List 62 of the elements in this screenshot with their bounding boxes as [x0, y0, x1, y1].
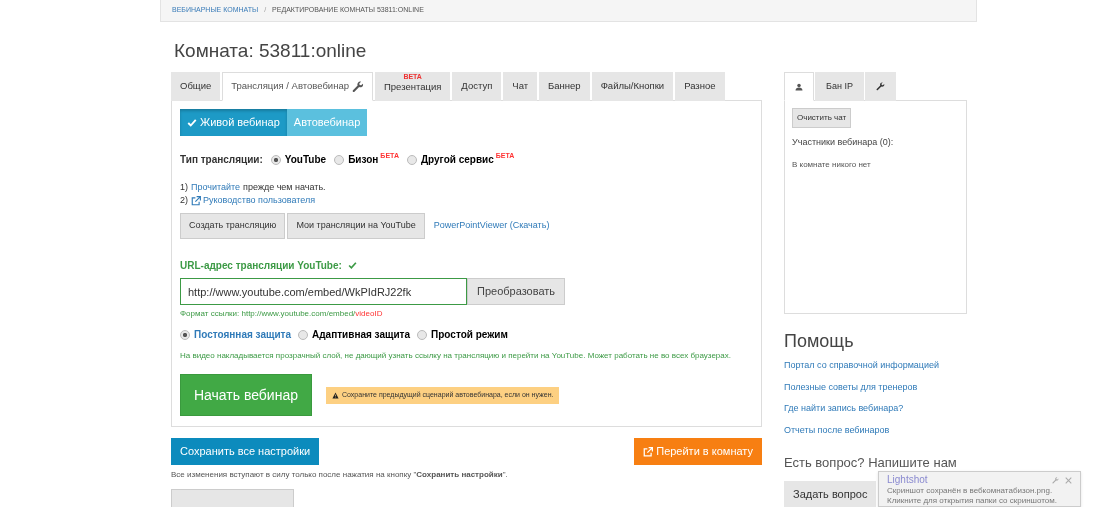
participants-label: Участники вебинара (0):: [792, 136, 895, 149]
question-title: Есть вопрос? Напишите нам: [784, 454, 958, 472]
check-icon: [187, 117, 197, 128]
url-input-field[interactable]: http://www.youtube.com/embed/WkPIdRJ22fk: [180, 278, 467, 305]
url-format-hint: Формат ссылки: http://www.youtube.com/embed/videoID: [180, 308, 384, 320]
help-link[interactable]: Где найти запись вебинара?: [784, 402, 967, 416]
url-label: URL-адрес трансляции YouTube:: [180, 259, 342, 273]
tab[interactable]: Доступ: [452, 72, 502, 101]
radio-button[interactable]: [417, 329, 428, 340]
radio-label: Постоянная защита: [194, 328, 291, 342]
wrench-icon: [351, 80, 364, 93]
close-icon[interactable]: [1065, 476, 1072, 484]
notification-text: Скриншот сохранён в вебкомнатабизон.png.: [887, 486, 1054, 496]
action-button[interactable]: Создать трансляцию: [180, 213, 286, 239]
step-text: прежде чем начать.: [243, 181, 326, 194]
step-link[interactable]: Руководство пользователя: [191, 194, 316, 207]
radio-button[interactable]: [270, 154, 281, 165]
button[interactable]: [171, 489, 294, 507]
notification-text: Кликните для открытия папки со скриншотом.: [887, 496, 1058, 506]
tab[interactable]: Чат: [503, 72, 538, 101]
help-link[interactable]: Портал со справочной информацией: [784, 359, 967, 373]
radio-label: Другой сервис: [420, 153, 494, 167]
external-link-icon: [191, 195, 201, 206]
radio-label: Простой режим: [431, 328, 508, 342]
radio-button[interactable]: [334, 154, 345, 165]
help-link[interactable]: Отчеты после вебинаров: [784, 423, 967, 437]
step-number: 1): [180, 181, 188, 194]
empty-room-text: В комнате никого нет: [792, 158, 872, 171]
help-title: Помощь: [784, 330, 855, 353]
convert-button[interactable]: Преобразовать: [467, 278, 566, 305]
radio-button[interactable]: [406, 154, 417, 165]
help-link[interactable]: Полезные советы для тренеров: [784, 380, 967, 394]
settings-icon: [875, 82, 885, 91]
clear-chat-button[interactable]: Очистить чат: [792, 108, 852, 128]
external-link-icon: [643, 446, 654, 457]
ask-question-button[interactable]: Задать вопрос: [784, 480, 877, 507]
notification-title: Lightshot: [887, 474, 928, 486]
radio-button[interactable]: [180, 329, 190, 340]
settings-icon: [1052, 476, 1059, 484]
side-tab[interactable]: [784, 72, 814, 101]
protection-description: На видео накладывается прозрачный слой, не дающий узнать ссылку на трансляцию и перейти на YouTube. Может работать не во всех браузерах.: [180, 350, 732, 362]
radio-label: Адаптивная защита: [312, 328, 411, 342]
step-link[interactable]: Прочитайте: [191, 181, 241, 194]
user-icon: [795, 82, 803, 91]
tab[interactable]: Общие: [171, 72, 221, 101]
tab[interactable]: Файлы/Кнопки: [591, 72, 674, 101]
save-settings-button[interactable]: Сохранить все настройки: [171, 438, 320, 465]
warning-icon: [332, 391, 339, 399]
radio-label: Бизон: [348, 153, 379, 167]
step-number: 2): [180, 194, 188, 207]
save-note: Все изменения вступают в силу только после нажатия на кнопку "Сохранить настройки".: [171, 469, 509, 481]
radio-button[interactable]: [298, 329, 308, 340]
side-tab[interactable]: [864, 72, 896, 101]
page-title: Комната: 53811:online: [174, 39, 368, 63]
download-link[interactable]: PowerPointViewer (Скачать): [433, 219, 550, 233]
action-button[interactable]: Мои трансляции на YouTube: [287, 213, 425, 239]
tab[interactable]: Трансляция / Автовебинар: [222, 72, 373, 101]
radio-label: YouTube: [284, 153, 327, 167]
tab[interactable]: Разное: [675, 72, 725, 101]
side-tab[interactable]: Бан IP: [815, 72, 864, 101]
stream-type-label: Тип трансляции:: [180, 153, 263, 167]
tab[interactable]: Баннер: [539, 72, 590, 101]
